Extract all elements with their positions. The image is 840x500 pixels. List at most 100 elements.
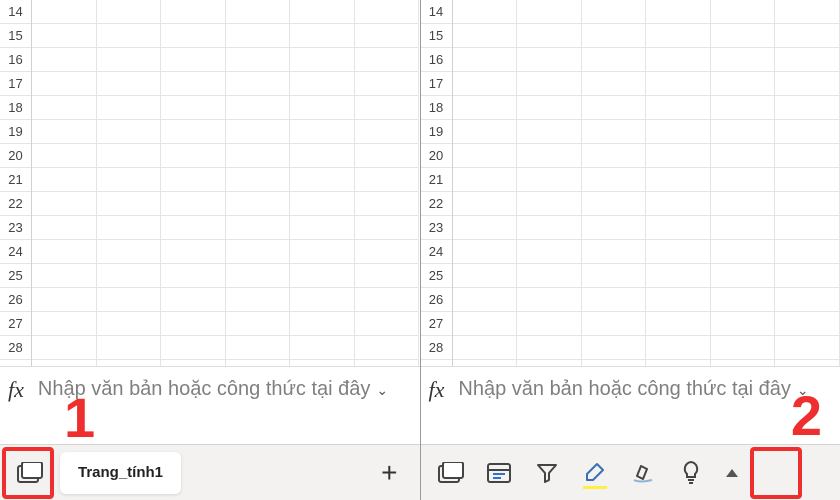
row-header[interactable]: 18 (421, 96, 452, 120)
cell[interactable] (355, 168, 420, 192)
cell[interactable] (97, 0, 162, 24)
cell[interactable] (355, 288, 420, 312)
cells-area[interactable] (32, 0, 420, 366)
cell[interactable] (97, 312, 162, 336)
cell[interactable] (582, 0, 647, 24)
cell[interactable] (355, 72, 420, 96)
cell[interactable] (161, 264, 226, 288)
cell[interactable] (582, 192, 647, 216)
cell[interactable] (453, 144, 518, 168)
cell[interactable] (32, 288, 97, 312)
cell[interactable] (517, 192, 582, 216)
cell[interactable] (355, 336, 420, 360)
cell[interactable] (161, 0, 226, 24)
cell[interactable] (32, 120, 97, 144)
cell[interactable] (355, 96, 420, 120)
cell[interactable] (517, 216, 582, 240)
cell[interactable] (711, 0, 776, 24)
row-header[interactable]: 18 (0, 96, 31, 120)
cell[interactable] (646, 144, 711, 168)
cell[interactable] (646, 168, 711, 192)
cell[interactable] (582, 288, 647, 312)
cell[interactable] (775, 192, 840, 216)
cell[interactable] (32, 264, 97, 288)
chevron-down-icon[interactable]: ⌄ (797, 382, 809, 398)
cell[interactable] (775, 120, 840, 144)
cell[interactable] (97, 48, 162, 72)
cell[interactable] (517, 312, 582, 336)
cell[interactable] (517, 144, 582, 168)
cell[interactable] (775, 24, 840, 48)
cell[interactable] (775, 144, 840, 168)
cell[interactable] (161, 144, 226, 168)
cell[interactable] (453, 96, 518, 120)
chevron-down-icon[interactable]: ⌄ (376, 382, 388, 398)
cell[interactable] (355, 240, 420, 264)
cell[interactable] (453, 240, 518, 264)
formula-input[interactable]: Nhập văn bản hoặc công thức tại đây⌄ (458, 375, 832, 403)
cell[interactable] (646, 264, 711, 288)
cell[interactable] (97, 288, 162, 312)
cell[interactable] (97, 264, 162, 288)
cell[interactable] (517, 72, 582, 96)
row-header[interactable]: 26 (421, 288, 452, 312)
cell[interactable] (582, 72, 647, 96)
cell[interactable] (582, 48, 647, 72)
cell[interactable] (97, 216, 162, 240)
cell[interactable] (226, 24, 291, 48)
cell[interactable] (355, 48, 420, 72)
cell[interactable] (290, 336, 355, 360)
cell[interactable] (517, 48, 582, 72)
row-header[interactable]: 19 (421, 120, 452, 144)
cell[interactable] (226, 312, 291, 336)
cell[interactable] (290, 72, 355, 96)
row-header[interactable]: 24 (421, 240, 452, 264)
cell[interactable] (226, 120, 291, 144)
cell[interactable] (32, 96, 97, 120)
cell[interactable] (517, 240, 582, 264)
cell[interactable] (517, 96, 582, 120)
clear-format-icon[interactable] (619, 451, 667, 495)
cell[interactable] (775, 240, 840, 264)
row-header[interactable]: 14 (421, 0, 452, 24)
cell[interactable] (646, 192, 711, 216)
cell[interactable] (517, 24, 582, 48)
cell[interactable] (355, 192, 420, 216)
cell[interactable] (453, 264, 518, 288)
cell[interactable] (355, 0, 420, 24)
cell[interactable] (226, 0, 291, 24)
row-header[interactable]: 22 (421, 192, 452, 216)
cell[interactable] (290, 24, 355, 48)
cell[interactable] (290, 96, 355, 120)
cell[interactable] (711, 24, 776, 48)
cell[interactable] (32, 24, 97, 48)
cell[interactable] (226, 168, 291, 192)
cell[interactable] (32, 144, 97, 168)
cell[interactable] (290, 240, 355, 264)
cell[interactable] (582, 264, 647, 288)
row-header[interactable]: 15 (421, 24, 452, 48)
row-header[interactable]: 22 (0, 192, 31, 216)
cell[interactable] (646, 48, 711, 72)
cell[interactable] (161, 72, 226, 96)
cell[interactable] (355, 216, 420, 240)
cell[interactable] (161, 312, 226, 336)
cell[interactable] (646, 0, 711, 24)
cell[interactable] (453, 336, 518, 360)
cell[interactable] (775, 72, 840, 96)
spreadsheet-grid[interactable]: 1415161718192021222324252627282930 (421, 0, 840, 366)
cell[interactable] (355, 120, 420, 144)
cell[interactable] (646, 288, 711, 312)
cell[interactable] (290, 264, 355, 288)
cell[interactable] (711, 312, 776, 336)
cell[interactable] (161, 192, 226, 216)
cell[interactable] (97, 144, 162, 168)
cell[interactable] (711, 120, 776, 144)
cell[interactable] (775, 168, 840, 192)
add-sheet-button[interactable]: + (365, 457, 413, 489)
cell[interactable] (517, 336, 582, 360)
row-header[interactable]: 21 (0, 168, 31, 192)
cell[interactable] (517, 168, 582, 192)
cells-area[interactable] (453, 0, 840, 366)
row-header[interactable]: 25 (0, 264, 31, 288)
